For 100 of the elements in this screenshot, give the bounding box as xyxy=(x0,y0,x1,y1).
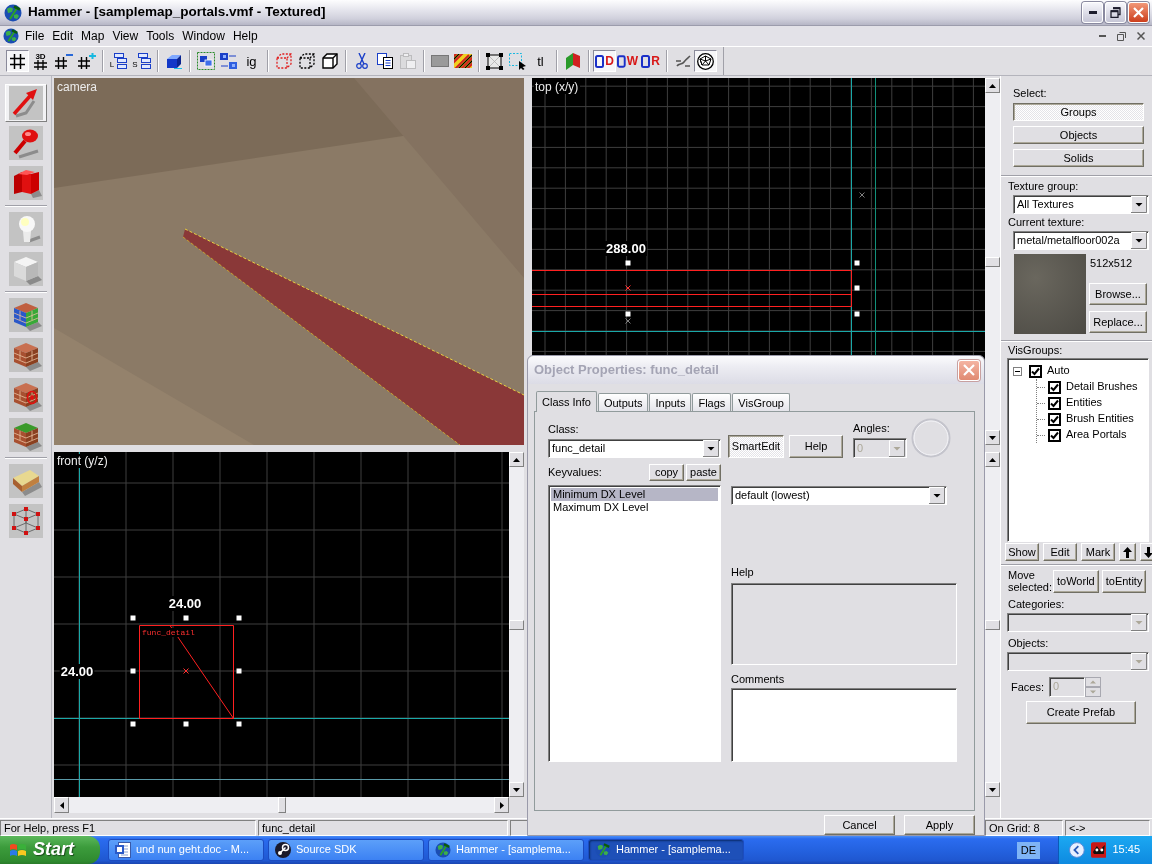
selection-handle[interactable] xyxy=(130,721,136,727)
toolbar-button[interactable]: tl xyxy=(529,50,552,72)
tray-app-icon[interactable] xyxy=(1090,842,1107,858)
tab[interactable]: Class Info xyxy=(536,391,597,412)
value-dropdown[interactable]: default (lowest) xyxy=(731,486,947,505)
toolbar-button[interactable] xyxy=(6,50,29,72)
visgroup-tree[interactable]: Auto Detail Brushes Entities Brush Entities Area Portals xyxy=(1007,358,1149,542)
scrollbar-thumb[interactable] xyxy=(985,619,1000,630)
texture-button[interactable]: Replace... xyxy=(1089,311,1147,333)
toolbar-button[interactable] xyxy=(694,50,717,72)
selection-outline[interactable] xyxy=(532,270,852,307)
toolbar-button[interactable]: W xyxy=(616,50,639,72)
tab[interactable]: VisGroup xyxy=(732,393,790,411)
toolbar-button[interactable]: ig xyxy=(240,50,263,72)
checkbox[interactable] xyxy=(1048,412,1061,426)
selection-handle[interactable] xyxy=(625,311,631,317)
dialog-button[interactable]: Apply xyxy=(904,815,975,835)
scroll-right-button[interactable] xyxy=(494,797,509,813)
scroll-down-button[interactable] xyxy=(985,430,1000,445)
horizontal-scrollbar[interactable] xyxy=(54,797,509,813)
copy-button[interactable]: copy xyxy=(649,464,684,481)
taskbar-button[interactable]: Hammer - [samplema... xyxy=(588,839,744,861)
tool-button[interactable] xyxy=(4,84,47,122)
selection-handle[interactable] xyxy=(183,615,189,621)
class-dropdown[interactable]: func_detail xyxy=(548,439,721,458)
scroll-up-button[interactable] xyxy=(985,452,1000,467)
menu-item[interactable]: Window xyxy=(178,28,229,44)
tab[interactable]: Inputs xyxy=(649,393,692,411)
toolbar-button[interactable]: D xyxy=(593,50,616,72)
selection-handle[interactable] xyxy=(130,615,136,621)
tree-item-label[interactable]: Detail Brushes xyxy=(1066,380,1138,394)
list-item[interactable]: Maximum DX Level xyxy=(551,501,718,514)
selection-handle[interactable] xyxy=(625,260,631,266)
menu-item[interactable]: Edit xyxy=(48,28,78,44)
texture-button[interactable]: Browse... xyxy=(1089,283,1147,305)
toolbar-button[interactable] xyxy=(75,50,98,72)
selection-outline[interactable] xyxy=(139,625,234,719)
scrollbar-thumb[interactable] xyxy=(985,256,1000,267)
dialog-button[interactable]: Cancel xyxy=(824,815,895,835)
checkbox[interactable] xyxy=(1048,380,1061,394)
visgroup-button[interactable]: Edit xyxy=(1043,543,1077,561)
tree-item-label[interactable]: Area Portals xyxy=(1066,428,1127,442)
tree-item-label[interactable]: Auto xyxy=(1047,364,1070,378)
tab[interactable]: Flags xyxy=(692,393,732,411)
smartedit-button[interactable]: SmartEdit xyxy=(728,435,784,458)
3d-viewport[interactable]: camera xyxy=(54,78,524,445)
keyvalues-list[interactable]: Minimum DX Level Maximum DX Level xyxy=(548,485,721,762)
start-button[interactable]: Start xyxy=(0,836,100,864)
vertical-scrollbar[interactable] xyxy=(985,78,1000,445)
scroll-down-button[interactable] xyxy=(985,782,1000,797)
toolbar-button[interactable] xyxy=(483,50,506,72)
toolbar-button[interactable]: R xyxy=(639,50,662,72)
selection-handle[interactable] xyxy=(854,311,860,317)
menu-item[interactable]: Tools xyxy=(142,28,179,44)
visgroup-button[interactable]: Show xyxy=(1005,543,1039,561)
selection-handle[interactable] xyxy=(236,721,242,727)
comments-field[interactable] xyxy=(731,688,957,762)
dropdown-arrow-icon[interactable] xyxy=(929,487,945,504)
toolbar-button[interactable] xyxy=(194,50,217,72)
selection-handle[interactable] xyxy=(236,615,242,621)
dropdown-arrow-icon[interactable] xyxy=(703,440,719,457)
menu-item[interactable]: Help xyxy=(228,28,262,44)
tree-item-label[interactable]: Entities xyxy=(1066,396,1103,410)
chevron-icon[interactable] xyxy=(1069,842,1085,858)
selection-handle[interactable] xyxy=(130,668,136,674)
checkbox[interactable] xyxy=(1048,428,1061,442)
toolbar-button[interactable]: S xyxy=(130,50,153,72)
vertical-scrollbar[interactable] xyxy=(985,452,1000,797)
move-button[interactable]: toWorld xyxy=(1053,569,1099,593)
close-button[interactable] xyxy=(958,359,980,381)
language-indicator[interactable]: DE xyxy=(1016,841,1040,859)
tree-item-label[interactable]: Brush Entities xyxy=(1066,412,1134,426)
paste-button[interactable]: paste xyxy=(686,464,721,481)
scroll-left-button[interactable] xyxy=(54,797,69,813)
checkbox[interactable] xyxy=(1048,396,1061,410)
move-button[interactable]: toEntity xyxy=(1101,569,1147,593)
vertical-scrollbar[interactable] xyxy=(509,452,524,797)
restore-button[interactable] xyxy=(1105,2,1126,23)
select-mode-button[interactable]: Objects xyxy=(1013,126,1144,144)
toolbar-button[interactable]: L xyxy=(107,50,130,72)
move-up-button[interactable] xyxy=(1119,543,1136,561)
select-mode-button[interactable]: Groups xyxy=(1013,103,1144,121)
visgroup-button[interactable]: Mark xyxy=(1081,543,1115,561)
list-item[interactable]: Minimum DX Level xyxy=(551,488,718,501)
tab[interactable]: Outputs xyxy=(597,393,649,411)
minimize-button[interactable] xyxy=(1082,2,1103,23)
selection-handle[interactable] xyxy=(183,721,189,727)
2d-viewport[interactable]: 24.00 24.00 func_detail front (y/z) xyxy=(54,452,509,797)
dropdown-arrow-icon[interactable] xyxy=(1131,196,1147,213)
scroll-up-button[interactable] xyxy=(509,452,524,467)
scrollbar-thumb[interactable] xyxy=(509,619,524,630)
menu-item[interactable]: View xyxy=(108,28,143,44)
scrollbar-thumb[interactable] xyxy=(277,797,286,813)
move-down-button[interactable] xyxy=(1140,543,1152,561)
scroll-down-button[interactable] xyxy=(509,782,524,797)
selection-handle[interactable] xyxy=(854,285,860,291)
toolbar-button[interactable] xyxy=(217,50,240,72)
texture-group-dropdown[interactable]: All Textures xyxy=(1013,195,1149,214)
selection-handle[interactable] xyxy=(854,260,860,266)
select-mode-button[interactable]: Solids xyxy=(1013,149,1144,167)
